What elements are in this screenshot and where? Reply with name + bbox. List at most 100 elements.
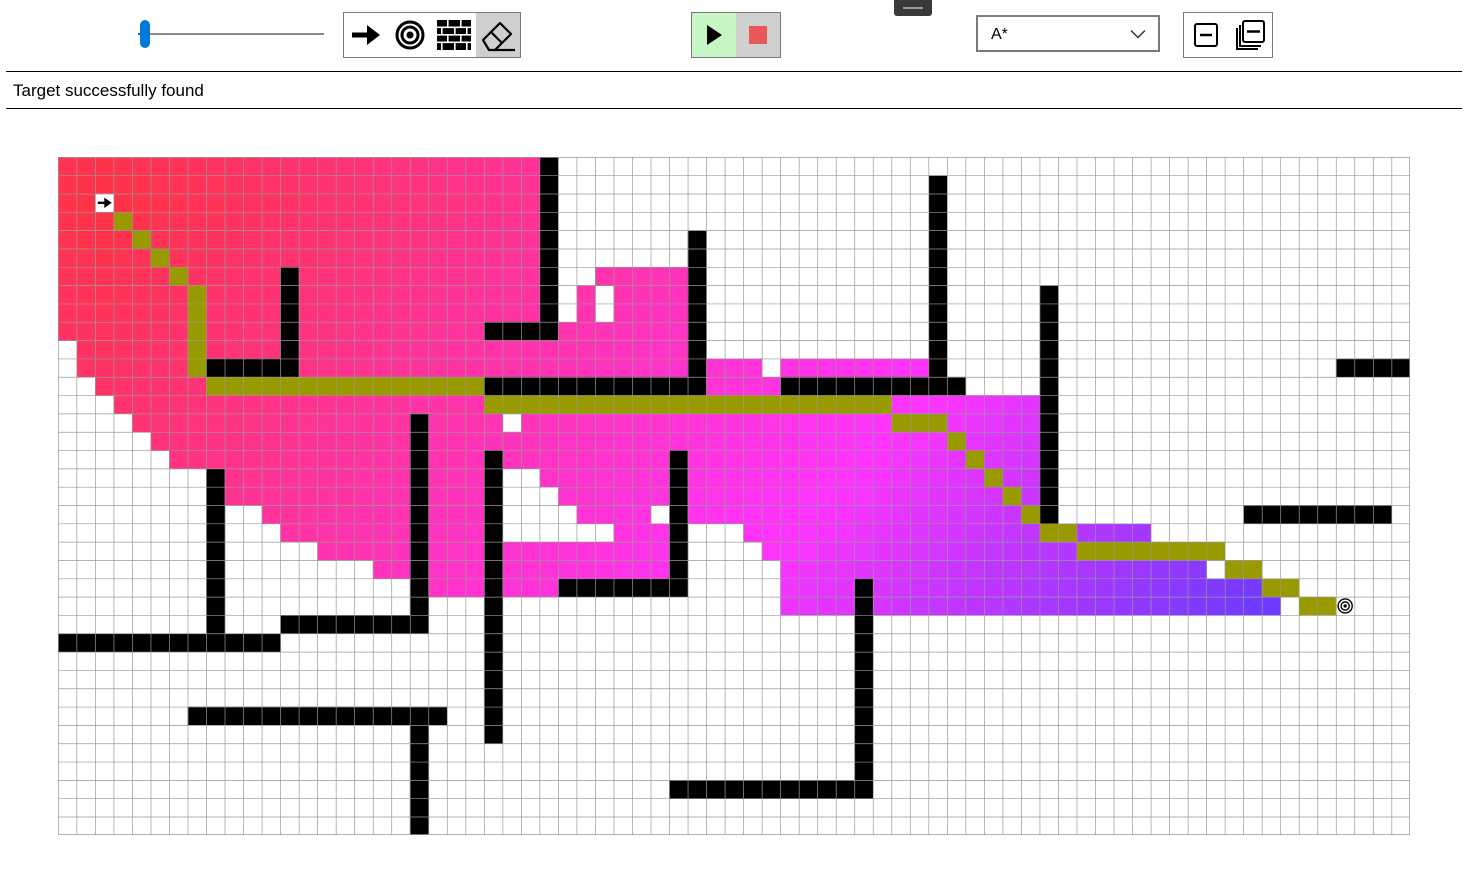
wall-cell[interactable] [409,743,429,763]
toolbar-drag-handle[interactable] [894,0,932,16]
visited-cell[interactable] [335,303,355,323]
visited-cell[interactable] [95,285,114,304]
visited-cell[interactable] [428,285,448,304]
visited-cell[interactable] [984,395,1003,414]
visited-cell[interactable] [1039,541,1059,561]
visited-cell[interactable] [502,578,522,598]
visited-cell[interactable] [632,505,652,524]
visited-cell[interactable] [335,321,355,341]
visited-cell[interactable] [743,468,763,488]
visited-cell[interactable] [595,541,615,561]
visited-cell[interactable] [613,266,633,286]
visited-cell[interactable] [409,157,429,176]
visited-cell[interactable] [465,468,485,488]
visited-cell[interactable] [854,468,874,488]
visited-cell[interactable] [576,303,596,323]
visited-cell[interactable] [706,413,726,433]
wall-cell[interactable] [409,780,429,799]
wall-cell[interactable] [1354,358,1374,378]
visited-cell[interactable] [446,450,466,469]
wall-cell[interactable] [817,376,837,396]
visited-cell[interactable] [984,450,1003,469]
visited-cell[interactable] [169,376,189,396]
path-cell[interactable] [298,376,318,396]
wall-cell[interactable] [928,193,948,213]
visited-cell[interactable] [354,321,374,341]
visited-cell[interactable] [150,431,170,451]
visited-cell[interactable] [335,450,355,469]
visited-cell[interactable] [576,431,596,451]
visited-cell[interactable] [261,157,281,176]
visited-cell[interactable] [576,505,596,524]
visited-cell[interactable] [780,413,800,433]
visited-cell[interactable] [280,450,300,469]
visited-cell[interactable] [224,303,244,323]
visited-cell[interactable] [483,431,503,451]
visited-cell[interactable] [372,468,392,488]
wall-cell[interactable] [76,633,96,653]
visited-cell[interactable] [743,450,763,469]
wall-cell[interactable] [1280,505,1300,524]
visited-cell[interactable] [335,541,355,561]
visited-cell[interactable] [446,505,466,524]
visited-cell[interactable] [502,175,522,195]
visited-cell[interactable] [465,395,485,414]
wall-cell[interactable] [372,615,392,634]
wall-cell[interactable] [409,725,429,744]
visited-cell[interactable] [595,340,615,359]
visited-cell[interactable] [521,340,540,359]
visited-cell[interactable] [446,541,466,561]
wall-cell[interactable] [687,358,707,378]
visited-cell[interactable] [854,541,874,561]
visited-cell[interactable] [465,523,485,543]
visited-cell[interactable] [280,505,300,524]
visited-cell[interactable] [298,285,318,304]
visited-cell[interactable] [150,321,170,341]
visited-cell[interactable] [650,523,670,543]
visited-cell[interactable] [965,395,985,414]
visited-cell[interactable] [224,340,244,359]
visited-cell[interactable] [76,358,96,378]
visited-cell[interactable] [576,285,596,304]
visited-cell[interactable] [428,211,448,231]
wall-cell[interactable] [483,651,503,671]
visited-cell[interactable] [780,505,800,524]
visited-cell[interactable] [243,431,263,451]
visited-cell[interactable] [780,523,800,543]
visited-cell[interactable] [965,505,985,524]
visited-cell[interactable] [391,340,411,359]
visited-cell[interactable] [761,468,781,488]
visited-cell[interactable] [761,505,781,524]
visited-cell[interactable] [354,175,374,195]
visited-cell[interactable] [761,376,781,396]
wall-cell[interactable] [613,578,633,598]
visited-cell[interactable] [984,431,1003,451]
wall-cell[interactable] [1039,431,1059,451]
visited-cell[interactable] [1021,578,1040,598]
visited-cell[interactable] [613,486,633,506]
path-cell[interactable] [187,285,207,304]
wall-cell[interactable] [669,376,689,396]
visited-cell[interactable] [650,413,670,433]
visited-cell[interactable] [317,230,337,250]
visited-cell[interactable] [1224,596,1244,616]
visited-cell[interactable] [1002,541,1022,561]
visited-cell[interactable] [335,175,355,195]
wall-cell[interactable] [687,340,707,359]
visited-cell[interactable] [483,193,503,213]
visited-cell[interactable] [1206,596,1226,616]
visited-cell[interactable] [409,175,429,195]
visited-cell[interactable] [187,395,207,414]
visited-cell[interactable] [261,505,281,524]
wall-cell[interactable] [409,505,429,524]
visited-cell[interactable] [928,578,948,598]
visited-cell[interactable] [798,450,818,469]
visited-cell[interactable] [743,358,763,378]
visited-cell[interactable] [187,376,207,396]
visited-cell[interactable] [446,358,466,378]
path-cell[interactable] [280,376,300,396]
visited-cell[interactable] [558,560,577,579]
visited-cell[interactable] [132,248,151,268]
visited-cell[interactable] [928,468,948,488]
visited-cell[interactable] [909,486,929,506]
